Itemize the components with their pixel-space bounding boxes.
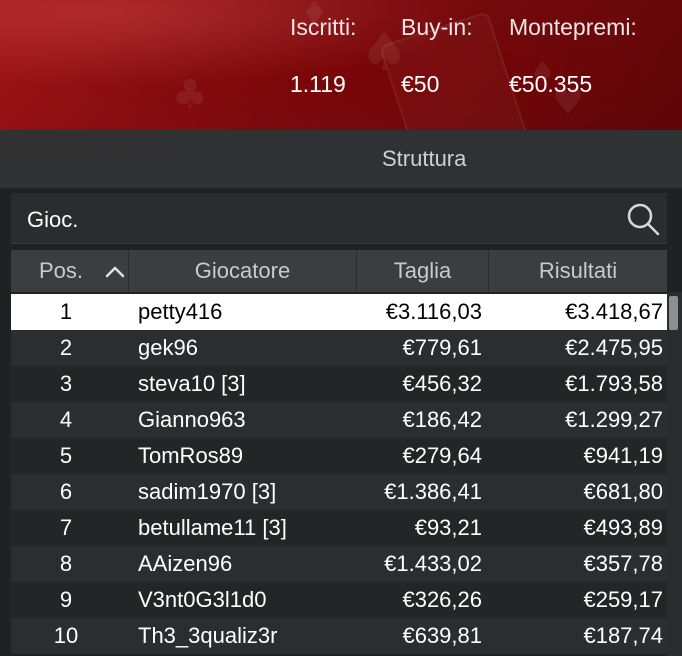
table-row[interactable]: 1 petty416 €3.116,03 €3.418,67 <box>11 294 667 330</box>
player-name-cell: steva10 [3] <box>138 371 246 396</box>
sort-ascending-icon[interactable] <box>104 263 126 279</box>
stack-cell: €1.386,41 <box>384 479 482 504</box>
buyin-label: Buy-in: <box>401 14 473 40</box>
position-cell: 2 <box>59 335 73 360</box>
column-header-stack[interactable]: Taglia <box>357 250 489 292</box>
table-row[interactable]: 9 V3nt0G3l1d0 €326,26 €259,17 <box>11 582 667 618</box>
result-cell: €941,19 <box>583 443 663 468</box>
result-cell: €681,80 <box>583 479 663 504</box>
column-label-position: Pos. <box>39 258 84 283</box>
position-cell: 5 <box>59 443 73 468</box>
position-cell: 10 <box>53 623 79 648</box>
result-cell: €493,89 <box>583 515 663 540</box>
table-scrollbar[interactable] <box>667 292 682 656</box>
stack-cell: €779,61 <box>402 335 482 360</box>
player-name-cell: Th3_3qualiz3r <box>138 623 278 648</box>
stack-cell: €639,81 <box>402 623 482 648</box>
column-header-results[interactable]: Risultati <box>489 250 667 292</box>
result-cell: €259,17 <box>583 587 663 612</box>
club-decoration-icon: ♣ <box>172 72 208 118</box>
column-label-results: Risultati <box>538 258 618 283</box>
result-cell: €2.475,95 <box>565 335 663 360</box>
player-search-field[interactable]: Gioc. <box>11 193 667 244</box>
position-cell: 6 <box>59 479 73 504</box>
player-name-cell: TomRos89 <box>138 443 244 468</box>
stack-cell: €3.116,03 <box>385 299 482 324</box>
position-cell: 9 <box>59 587 73 612</box>
search-icon[interactable] <box>625 201 661 237</box>
stack-cell: €326,26 <box>402 587 482 612</box>
stack-cell: €279,64 <box>402 443 482 468</box>
result-cell: €3.418,67 <box>565 299 663 324</box>
entrants-label: Iscritti: <box>290 14 357 40</box>
player-name-cell: gek96 <box>138 335 198 360</box>
column-header-position[interactable]: Pos. <box>11 250 129 292</box>
stack-cell: €1.433,02 <box>384 551 482 576</box>
player-name-cell: petty416 <box>138 299 223 324</box>
result-cell: €187,74 <box>583 623 663 648</box>
column-header-player[interactable]: Giocatore <box>129 250 357 292</box>
stack-cell: €456,32 <box>402 371 482 396</box>
player-name-cell: sadim1970 [3] <box>138 479 277 504</box>
table-row[interactable]: 7 betullame11 [3] €93,21 €493,89 <box>11 510 667 546</box>
result-cell: €1.793,58 <box>565 371 663 396</box>
tab-bar: Struttura <box>0 130 682 189</box>
stack-cell: €93,21 <box>414 515 482 540</box>
column-label-stack: Taglia <box>393 258 452 283</box>
player-name-cell: betullame11 [3] <box>138 515 287 540</box>
prizepool-value: €50.355 <box>509 71 593 97</box>
stack-cell: €186,42 <box>402 407 482 432</box>
scrollbar-thumb[interactable] <box>669 296 678 330</box>
result-cell: €357,78 <box>583 551 663 576</box>
tournament-header: ♠ ♣ ♥ ♦ ♠ Iscritti: Buy-in: Montepremi: … <box>0 0 682 130</box>
result-cell: €1.299,27 <box>565 407 663 432</box>
table-row[interactable]: 6 sadim1970 [3] €1.386,41 €681,80 <box>11 474 667 510</box>
position-cell: 3 <box>59 371 73 396</box>
player-name-cell: Gianno963 <box>138 407 246 432</box>
table-row[interactable]: 5 TomRos89 €279,64 €941,19 <box>11 438 667 474</box>
player-name-cell: V3nt0G3l1d0 <box>138 587 267 612</box>
search-input[interactable]: Gioc. <box>27 207 78 233</box>
table-row[interactable]: 4 Gianno963 €186,42 €1.299,27 <box>11 402 667 438</box>
table-row[interactable]: 2 gek96 €779,61 €2.475,95 <box>11 330 667 366</box>
position-cell: 1 <box>59 299 73 324</box>
entrants-value: 1.119 <box>290 71 346 97</box>
tab-structure[interactable]: Struttura <box>382 146 466 172</box>
player-name-cell: AAizen96 <box>138 551 233 576</box>
table-row[interactable]: 10 Th3_3qualiz3r €639,81 €187,74 <box>11 618 667 654</box>
prizepool-label: Montepremi: <box>509 14 637 40</box>
position-cell: 4 <box>59 407 73 432</box>
column-label-player: Giocatore <box>194 258 291 283</box>
buyin-value: €50 <box>401 71 440 97</box>
position-cell: 7 <box>59 515 73 540</box>
table-row[interactable]: 8 AAizen96 €1.433,02 €357,78 <box>11 546 667 582</box>
table-row[interactable]: 3 steva10 [3] €456,32 €1.793,58 <box>11 366 667 402</box>
table-header: Pos. Giocatore Taglia Risultati <box>11 250 667 292</box>
position-cell: 8 <box>59 551 73 576</box>
